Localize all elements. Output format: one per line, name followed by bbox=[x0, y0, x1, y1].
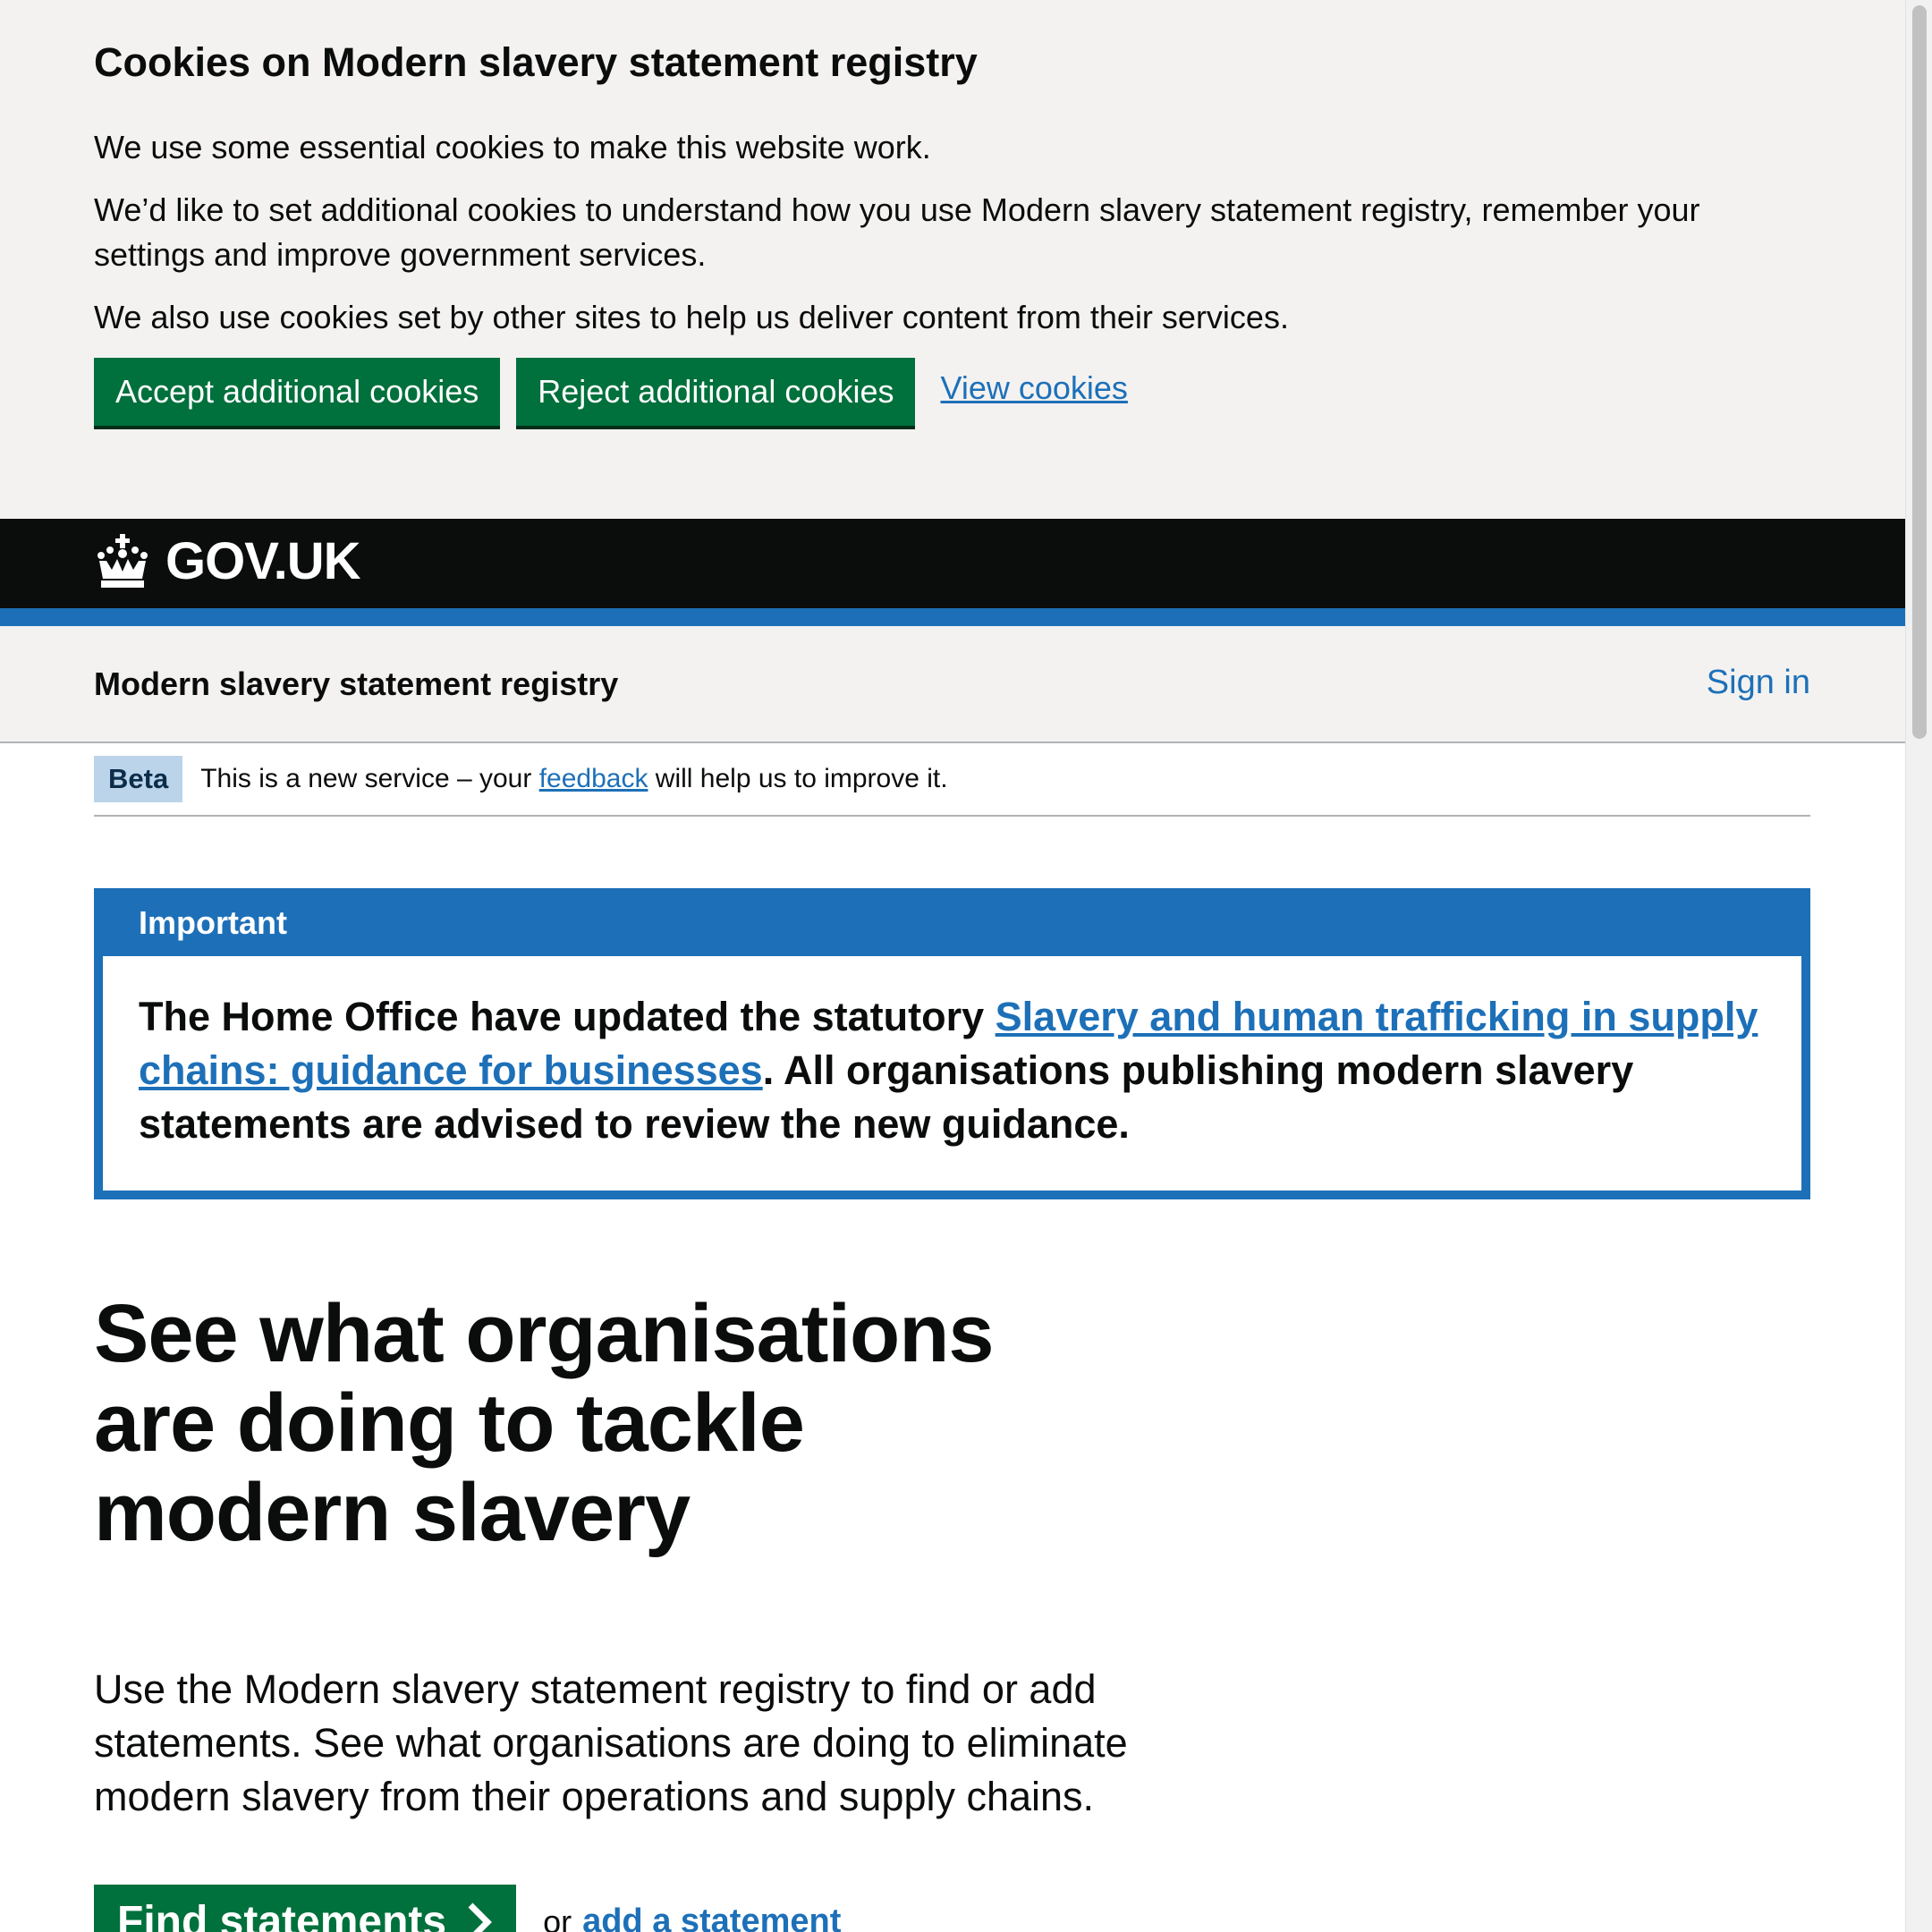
cookie-banner: Cookies on Modern slavery statement regi… bbox=[0, 0, 1905, 519]
page-title: See what organisations are doing to tack… bbox=[94, 1288, 995, 1558]
service-navigation: Modern slavery statement registry Sign i… bbox=[0, 626, 1905, 743]
service-name-link[interactable]: Modern slavery statement registry bbox=[94, 665, 618, 703]
lead-paragraph: Use the Modern slavery statement registr… bbox=[94, 1666, 1128, 1819]
cookie-banner-text-additional: We’d like to set additional cookies to u… bbox=[94, 191, 1700, 273]
notification-text-before: The Home Office have updated the statuto… bbox=[139, 994, 996, 1039]
feedback-link[interactable]: feedback bbox=[539, 764, 648, 793]
cookie-banner-text-third-party: We also use cookies set by other sites t… bbox=[94, 299, 1289, 335]
page: Cookies on Modern slavery statement regi… bbox=[0, 0, 1932, 1932]
page-content: Cookies on Modern slavery statement regi… bbox=[0, 0, 1905, 1932]
notification-title: Important bbox=[139, 904, 287, 941]
cookie-banner-text-essential: We use some essential cookies to make th… bbox=[94, 129, 931, 165]
phase-banner-text: This is a new service – your feedback wi… bbox=[200, 764, 947, 794]
find-statements-label: Find statements bbox=[117, 1898, 447, 1932]
or-text: or bbox=[543, 1902, 572, 1932]
find-statements-button[interactable]: Find statements bbox=[94, 1885, 517, 1932]
accept-cookies-button[interactable]: Accept additional cookies bbox=[94, 358, 501, 426]
reject-cookies-button[interactable]: Reject additional cookies bbox=[516, 358, 916, 426]
scrollbar-thumb[interactable] bbox=[1912, 5, 1927, 739]
view-cookies-link[interactable]: View cookies bbox=[940, 369, 1127, 407]
chevron-right-icon bbox=[468, 1902, 493, 1932]
cookie-banner-actions: Accept additional cookies Reject additio… bbox=[94, 358, 1811, 426]
add-statement-link[interactable]: add a statement bbox=[582, 1902, 841, 1932]
important-notification: Important The Home Office have updated t… bbox=[94, 888, 1810, 1199]
govuk-header: GOV.UK bbox=[0, 519, 1905, 626]
phase-text-before: This is a new service – your bbox=[200, 764, 539, 793]
sign-in-link[interactable]: Sign in bbox=[1707, 664, 1810, 702]
beta-tag: Beta bbox=[94, 756, 183, 802]
crown-icon bbox=[97, 533, 148, 588]
call-to-action-row: Find statements or add a statement bbox=[94, 1885, 1811, 1932]
vertical-scrollbar[interactable] bbox=[1905, 0, 1932, 1932]
cookie-banner-title: Cookies on Modern slavery statement regi… bbox=[94, 39, 978, 85]
govuk-logo-link[interactable]: GOV.UK bbox=[94, 531, 360, 591]
phase-text-after: will help us to improve it. bbox=[648, 764, 948, 793]
govuk-logo-text: GOV.UK bbox=[165, 532, 360, 590]
notification-body: The Home Office have updated the statuto… bbox=[103, 956, 1801, 1191]
phase-banner: Beta This is a new service – your feedba… bbox=[94, 743, 1810, 817]
